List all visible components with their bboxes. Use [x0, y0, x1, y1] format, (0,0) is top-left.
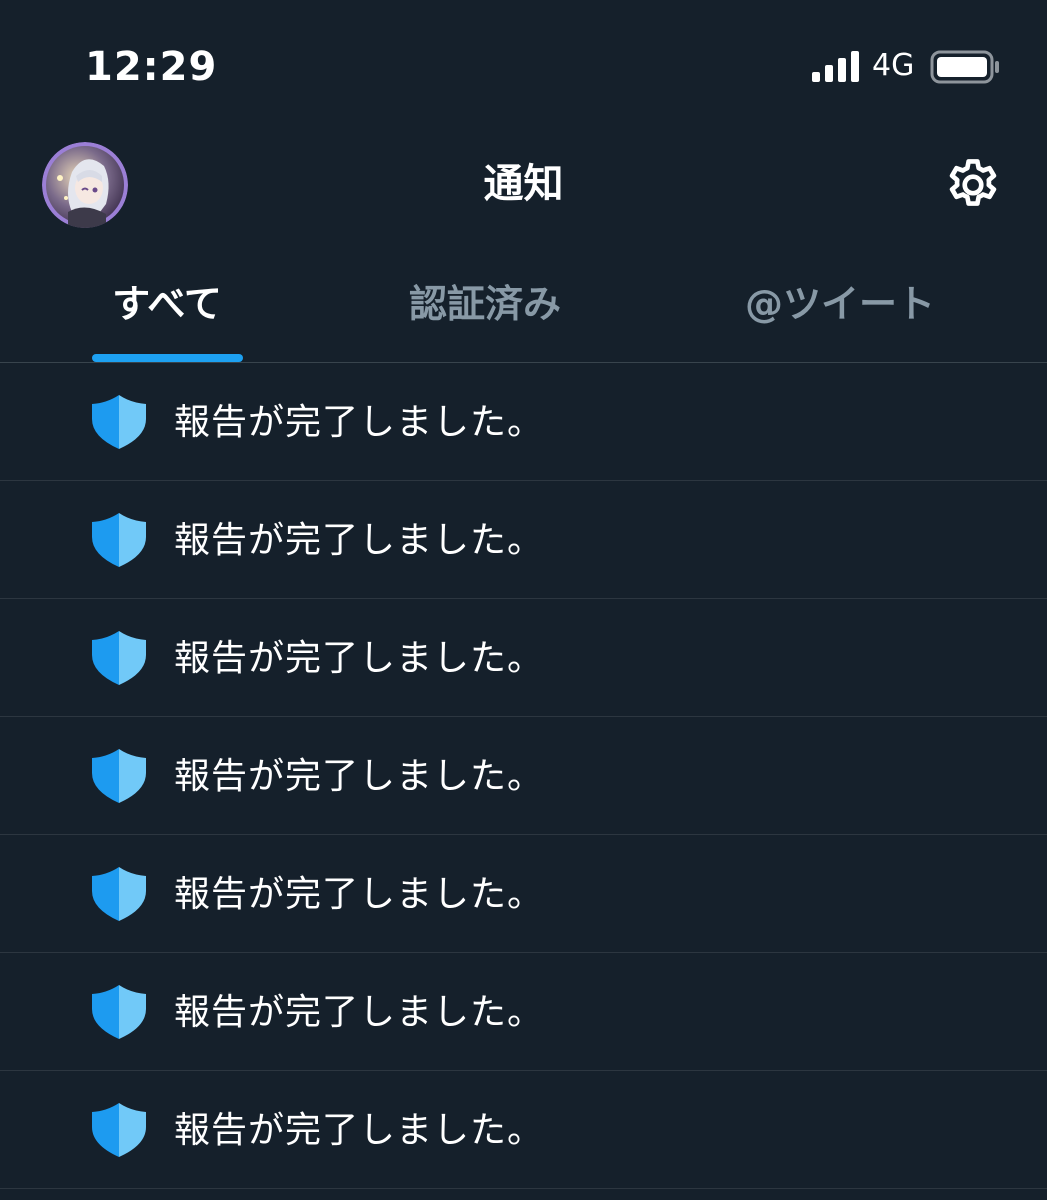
signal-icon: [812, 51, 859, 82]
page-title: 通知: [483, 161, 564, 207]
battery-icon: [930, 50, 999, 84]
shield-icon: [92, 867, 146, 921]
tab-verified[interactable]: 認証済み: [405, 280, 565, 328]
shield-icon: [92, 513, 146, 567]
notification-text: 報告が完了しました。: [174, 638, 545, 679]
notification-item[interactable]: 報告が完了しました。: [0, 363, 1047, 481]
network-type: 4G: [872, 48, 915, 83]
notification-text: 報告が完了しました。: [174, 992, 545, 1033]
shield-icon: [92, 395, 146, 449]
status-time: 12:29: [85, 44, 218, 90]
shield-icon: [92, 985, 146, 1039]
notification-item[interactable]: 報告が完了しました。: [0, 481, 1047, 599]
notification-text: 報告が完了しました。: [174, 874, 545, 915]
active-tab-indicator: [92, 354, 243, 362]
notification-text: 報告が完了しました。: [174, 756, 545, 797]
header: 通知: [0, 130, 1047, 240]
shield-icon: [92, 631, 146, 685]
notification-text: 報告が完了しました。: [174, 1110, 545, 1151]
notification-list: 報告が完了しました。 報告が完了しました。 報告が完了しました。 報告が完了しま…: [0, 363, 1047, 1189]
notification-item[interactable]: 報告が完了しました。: [0, 1071, 1047, 1189]
tab-bar: すべて 認証済み @ツイート: [0, 240, 1047, 363]
status-bar: 12:29 4G: [0, 0, 1047, 130]
notification-item[interactable]: 報告が完了しました。: [0, 953, 1047, 1071]
gear-icon[interactable]: [942, 155, 1004, 217]
tab-mentions[interactable]: @ツイート: [742, 280, 938, 328]
shield-icon: [92, 749, 146, 803]
notification-text: 報告が完了しました。: [174, 520, 545, 561]
notification-item[interactable]: 報告が完了しました。: [0, 835, 1047, 953]
notification-item[interactable]: 報告が完了しました。: [0, 717, 1047, 835]
notification-item[interactable]: 報告が完了しました。: [0, 599, 1047, 717]
notification-text: 報告が完了しました。: [174, 402, 545, 443]
shield-icon: [92, 1103, 146, 1157]
tab-all[interactable]: すべて: [92, 280, 242, 328]
